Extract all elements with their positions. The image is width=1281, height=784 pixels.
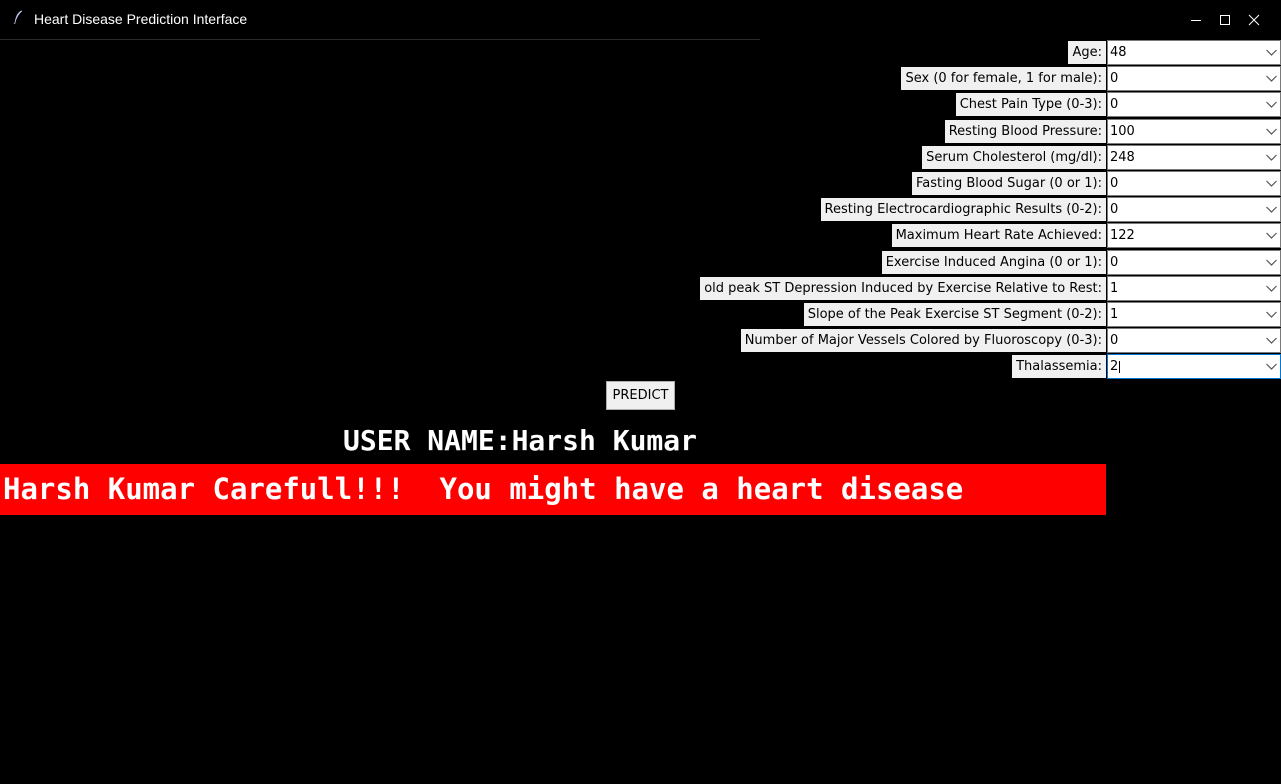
field-combobox[interactable]: 0	[1107, 92, 1281, 117]
field-combobox[interactable]: 0	[1107, 171, 1281, 196]
field-value: 122	[1110, 228, 1135, 243]
form-row: Age: 48	[0, 40, 1281, 65]
form-row: Fasting Blood Sugar (0 or 1): 0	[0, 171, 1281, 196]
user-name-label: USER NAME:Harsh Kumar	[343, 424, 698, 457]
field-value: 0	[1110, 97, 1119, 112]
chevron-down-icon[interactable]	[1266, 337, 1277, 344]
field-value: 1	[1110, 281, 1119, 296]
field-combobox[interactable]: 0	[1107, 250, 1281, 275]
field-value: 0	[1110, 333, 1119, 348]
form-row: Exercise Induced Angina (0 or 1): 0	[0, 250, 1281, 275]
close-button[interactable]	[1225, 0, 1281, 39]
field-combobox[interactable]: 48	[1107, 40, 1281, 65]
field-value: 0	[1110, 176, 1119, 191]
form-row: Sex (0 for female, 1 for male): 0	[0, 66, 1281, 91]
field-combobox[interactable]: 122	[1107, 223, 1281, 248]
form-row: Chest Pain Type (0-3): 0	[0, 92, 1281, 117]
chevron-down-icon[interactable]	[1266, 180, 1277, 187]
field-label: Age:	[1068, 41, 1106, 64]
field-label: Maximum Heart Rate Achieved:	[891, 224, 1106, 247]
field-combobox[interactable]: 0	[1107, 328, 1281, 353]
field-value: 2	[1110, 359, 1119, 374]
chevron-down-icon[interactable]	[1266, 259, 1277, 266]
field-label: Slope of the Peak Exercise ST Segment (0…	[803, 303, 1106, 326]
field-label: Chest Pain Type (0-3):	[955, 93, 1106, 116]
window-title: Heart Disease Prediction Interface	[34, 11, 248, 27]
chevron-down-icon[interactable]	[1266, 128, 1277, 135]
field-value: 0	[1110, 255, 1119, 270]
field-combobox[interactable]: 2	[1107, 354, 1281, 379]
form-row: Serum Cholesterol (mg/dl): 248	[0, 145, 1281, 170]
chevron-down-icon[interactable]	[1266, 285, 1277, 292]
chevron-down-icon[interactable]	[1266, 232, 1277, 239]
field-combobox[interactable]: 1	[1107, 302, 1281, 327]
close-icon	[1248, 14, 1260, 25]
field-value: 248	[1110, 150, 1135, 165]
field-label: Resting Blood Pressure:	[944, 120, 1106, 143]
field-combobox[interactable]: 1	[1107, 276, 1281, 301]
form-row: Resting Blood Pressure: 100	[0, 119, 1281, 144]
text-caret	[1119, 361, 1120, 373]
chevron-down-icon[interactable]	[1266, 154, 1277, 161]
chevron-down-icon[interactable]	[1266, 206, 1277, 213]
field-value: 100	[1110, 124, 1135, 139]
field-label: Fasting Blood Sugar (0 or 1):	[912, 172, 1106, 195]
field-label: old peak ST Depression Induced by Exerci…	[700, 277, 1106, 300]
chevron-down-icon[interactable]	[1266, 75, 1277, 82]
prediction-result: Harsh Kumar Carefull!!! You might have a…	[0, 464, 1106, 515]
field-combobox[interactable]: 248	[1107, 145, 1281, 170]
chevron-down-icon[interactable]	[1266, 311, 1277, 318]
field-label: Resting Electrocardiographic Results (0-…	[820, 198, 1106, 221]
form-row: Resting Electrocardiographic Results (0-…	[0, 197, 1281, 222]
title-bar[interactable]: Heart Disease Prediction Interface	[0, 0, 1281, 40]
chevron-down-icon[interactable]	[1266, 101, 1277, 108]
form-row: Maximum Heart Rate Achieved: 122	[0, 223, 1281, 248]
form-row: Number of Major Vessels Colored by Fluor…	[0, 328, 1281, 353]
field-label: Number of Major Vessels Colored by Fluor…	[740, 329, 1106, 352]
field-value: 0	[1110, 71, 1119, 86]
form-row: Slope of the Peak Exercise ST Segment (0…	[0, 302, 1281, 327]
field-combobox[interactable]: 100	[1107, 119, 1281, 144]
field-label: Thalassemia:	[1012, 355, 1106, 378]
field-combobox[interactable]: 0	[1107, 66, 1281, 91]
predict-button[interactable]: PREDICT	[606, 381, 675, 410]
chevron-down-icon[interactable]	[1266, 363, 1277, 370]
form-row: old peak ST Depression Induced by Exerci…	[0, 276, 1281, 301]
field-combobox[interactable]: 0	[1107, 197, 1281, 222]
chevron-down-icon[interactable]	[1266, 49, 1277, 56]
field-value: 1	[1110, 307, 1119, 322]
field-label: Serum Cholesterol (mg/dl):	[922, 146, 1106, 169]
field-label: Sex (0 for female, 1 for male):	[901, 67, 1106, 90]
field-label: Exercise Induced Angina (0 or 1):	[881, 251, 1106, 274]
field-value: 0	[1110, 202, 1119, 217]
feather-icon	[13, 10, 23, 24]
field-value: 48	[1110, 45, 1127, 60]
form-row: Thalassemia: 2	[0, 354, 1281, 379]
